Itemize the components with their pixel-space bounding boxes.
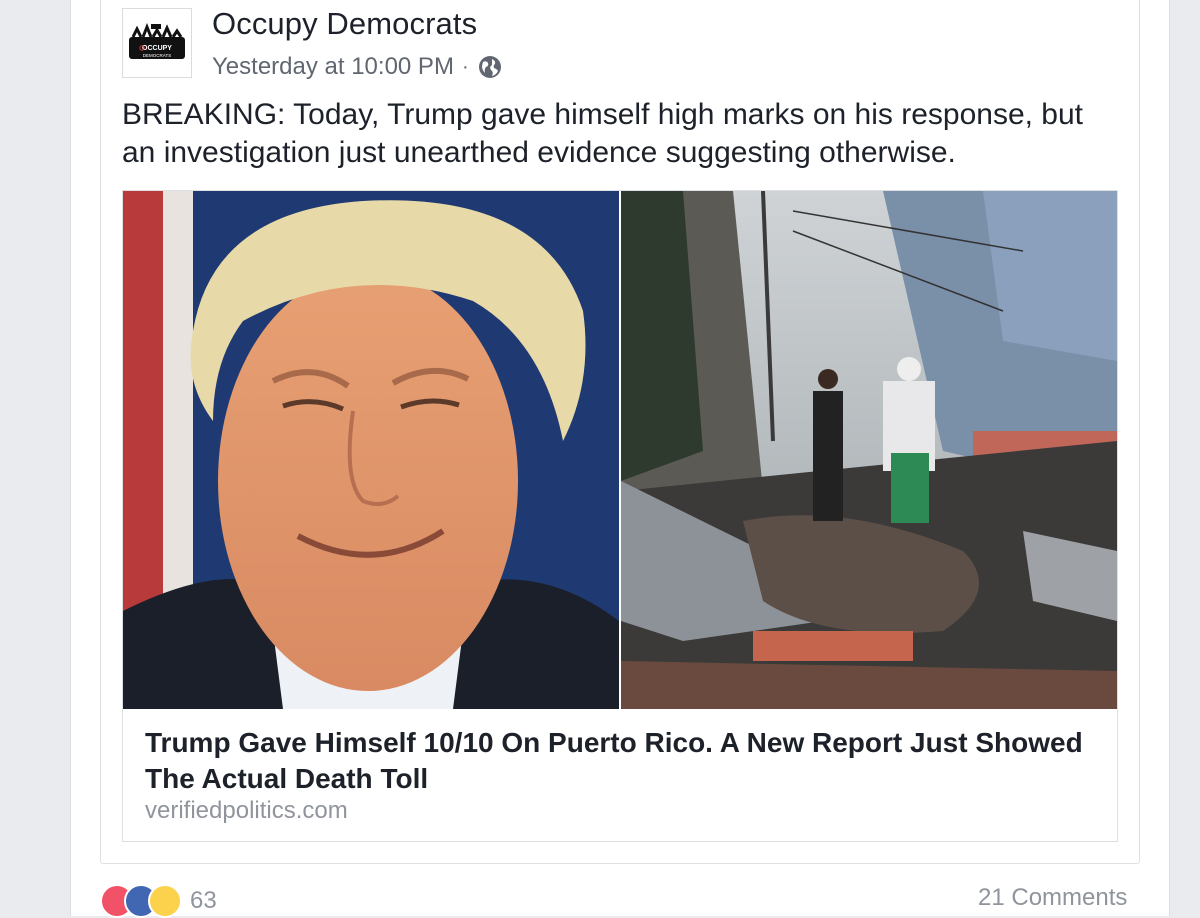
post-message: BREAKING: Today, Trump gave himself high… bbox=[122, 98, 1083, 169]
meta-separator: · bbox=[461, 55, 469, 78]
portrait-photo bbox=[123, 191, 619, 709]
street-damage-photo bbox=[621, 191, 1117, 709]
globe-icon[interactable] bbox=[477, 54, 503, 80]
link-title[interactable]: Trump Gave Himself 10/10 On Puerto Rico.… bbox=[145, 725, 1095, 797]
link-domain: verifiedpolitics.com bbox=[145, 797, 348, 824]
post-timestamp[interactable]: Yesterday at 10:00 PM bbox=[212, 53, 454, 81]
reaction-count: 63 bbox=[190, 887, 217, 914]
haha-reaction-icon bbox=[148, 884, 182, 918]
link-preview-image[interactable] bbox=[123, 191, 1117, 709]
post-meta: Yesterday at 10:00 PM · bbox=[212, 52, 503, 82]
page-avatar[interactable]: OCCUPY DEMOCRATS bbox=[122, 8, 192, 78]
occupy-democrats-logo: OCCUPY DEMOCRATS bbox=[129, 23, 185, 59]
comments-count-link[interactable]: 21 Comments bbox=[978, 884, 1127, 912]
reaction-summary[interactable]: 63 bbox=[100, 884, 217, 918]
svg-text:DEMOCRATS: DEMOCRATS bbox=[143, 53, 171, 58]
link-preview-card[interactable]: Trump Gave Himself 10/10 On Puerto Rico.… bbox=[122, 190, 1118, 842]
svg-text:OCCUPY: OCCUPY bbox=[142, 45, 172, 52]
page-name-link[interactable]: Occupy Democrats bbox=[212, 6, 477, 42]
